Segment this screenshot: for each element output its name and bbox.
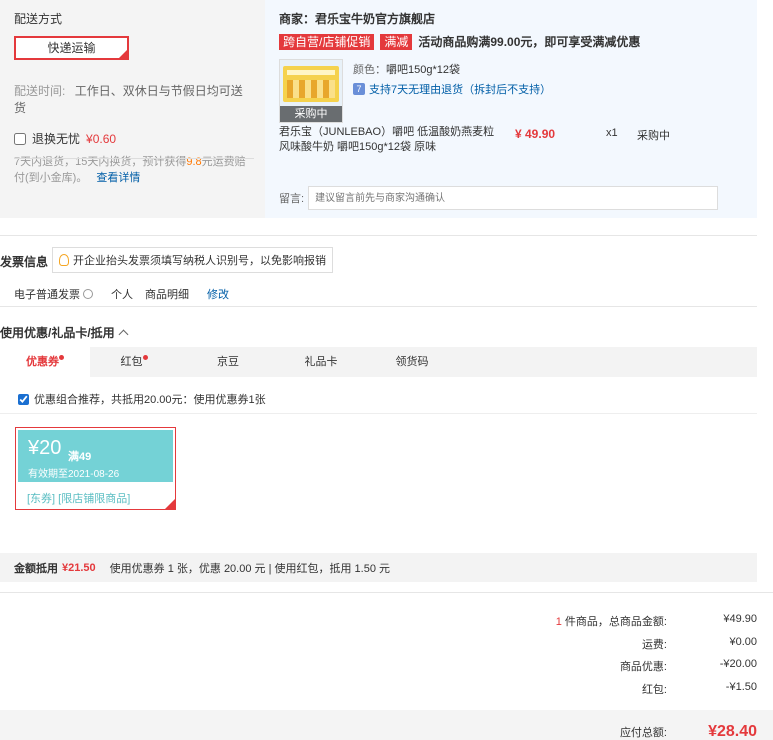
thumbnail-status-label: 采购中 [280,106,342,122]
tab-red-packets[interactable]: 红包 [90,347,178,377]
section-divider [0,235,757,236]
view-details-link[interactable]: 查看详情 [96,172,140,184]
invoice-title-type: 个人 [111,289,133,301]
goods-total-text: 件商品，总商品金额: [561,616,667,628]
invoice-type: 电子普通发票 [14,289,80,301]
product-name[interactable]: 君乐宝（JUNLEBAO）嚼吧 低温酸奶燕麦粒风味酸牛奶 嚼吧150g*12袋 … [279,125,504,155]
shop-name: 商家：君乐宝牛奶官方旗舰店 [279,12,436,26]
selected-corner-icon [118,49,128,59]
product-spec: 颜色：嚼吧150g*12袋 [353,61,460,77]
tab-gift-card-label: 礼品卡 [304,356,338,368]
payable-amount: ¥28.40 [708,723,757,740]
product-item: 采购中 颜色：嚼吧150g*12袋 7 支持7天无理由退货（拆封后不支持） 君乐… [279,59,743,153]
chevron-up-icon [118,329,129,340]
red-dot-icon [142,355,148,360]
section-divider [0,592,773,593]
discount-summary-amount: ¥21.50 [62,561,96,574]
selected-corner-icon [164,498,176,510]
shipping-fee-row: 运费: ¥0.00 [517,636,757,652]
discount-summary-label: 金额抵用 [14,562,58,575]
red-packet-label: 红包: [641,684,667,696]
coupon-card-top: ¥20 满49 有效期至2021-08-26 [18,430,173,482]
tab-gift-card[interactable]: 礼品卡 [278,347,364,377]
coupon-section-label: 使用优惠/礼品卡/抵用 [0,326,115,340]
return-policy-text: 支持7天无理由退货（拆封后不支持） [369,84,552,96]
tab-pickup-code-label: 领货码 [395,356,429,368]
tab-red-packets-label: 红包 [120,356,143,368]
coupon-validity: 有效期至2021-08-26 [28,469,120,480]
goods-total-label: 1 件商品，总商品金额: [517,613,667,629]
express-delivery-option[interactable]: 快递运输 [14,36,129,60]
shop-panel: 商家：君乐宝牛奶官方旗舰店 跨自营/店铺促销 满减 活动商品购满99.00元，即… [265,0,757,218]
coupon-condition: 满49 [68,451,92,463]
seven-day-return-icon: 7 [353,83,365,95]
express-delivery-label: 快递运输 [47,41,96,55]
hassle-free-checkbox[interactable] [14,132,26,145]
note-row: 留言: [279,186,719,210]
promo-tag-discount: 满减 [380,33,413,50]
return-policy[interactable]: 7 支持7天无理由退货（拆封后不支持） [353,81,551,97]
delivery-time-label: 配送时间: [14,84,66,98]
spec-key: 颜色： [353,64,386,76]
invoice-content: 商品明细 [145,289,189,301]
spec-value: 嚼吧150g*12袋 [386,64,460,76]
delivery-time: 配送时间: 工作日、双休日与节假日均可送货 [14,82,251,116]
red-packet-row: 红包: -¥1.50 [517,681,757,697]
combo-recommend-text: 优惠组合推荐，共抵用20.00元：使用优惠券1张 [34,394,266,406]
note-input[interactable] [308,186,719,210]
promo-row: 跨自营/店铺促销 满减 活动商品购满99.00元，即可享受满减优惠 [279,33,743,50]
coupon-tabs: 优惠券 红包 京豆 礼品卡 领货码 [0,347,757,377]
tab-jd-beans-label: 京豆 [217,356,239,368]
shipping-divider [14,158,254,159]
discount-summary-detail: 使用优惠券 1 张，优惠 20.00 元 | 使用红包，抵用 1.50 元 [109,562,391,575]
invoice-tip-text: 开企业抬头发票须填写纳税人识别号，以免影响报销 [73,255,326,267]
coupon-card[interactable]: ¥20 满49 有效期至2021-08-26 [东券] [限店铺限商品] [15,427,176,510]
product-discount-amount: -¥20.00 [719,658,757,670]
red-dot-icon [59,355,64,360]
section-divider [0,413,757,414]
promo-text: 活动商品购满99.00元，即可享受满减优惠 [418,35,641,49]
hassle-free-return-row: 退换无忧 ¥0.60 [14,130,251,147]
promo-tag-cross-store: 跨自营/店铺促销 [279,33,375,50]
section-divider [0,306,757,307]
payable-label: 应付总额: [619,727,667,739]
goods-total-amount: ¥49.90 [723,613,757,625]
combo-recommend-row: 优惠组合推荐，共抵用20.00元：使用优惠券1张 [18,391,266,407]
tab-coupons[interactable]: 优惠券 [0,347,90,377]
invoice-title: 发票信息 [0,255,49,269]
info-icon[interactable] [83,289,93,299]
invoice-tip: 开企业抬头发票须填写纳税人识别号，以免影响报销 [52,247,333,273]
coupon-tags: [东券] [限店铺限商品] [27,493,131,505]
tab-jd-beans[interactable]: 京豆 [178,347,278,377]
product-status: 采购中 [637,130,670,142]
payable-row: 应付总额: ¥28.40 [517,723,757,740]
shipping-panel: 配送方式 快递运输 配送时间: 工作日、双休日与节假日均可送货 退换无忧 ¥0.… [0,0,265,218]
invoice-row: 电子普通发票 个人 商品明细 修改 [14,286,229,302]
coupon-section-title[interactable]: 使用优惠/礼品卡/抵用 [0,324,129,341]
yogurt-pack-icon [283,66,339,102]
note-label: 留言: [279,193,305,205]
shipping-fee-label: 运费: [641,639,667,651]
combo-recommend-checkbox[interactable] [18,393,29,405]
invoice-edit-link[interactable]: 修改 [207,286,229,302]
red-packet-amount: -¥1.50 [725,681,757,693]
product-thumbnail[interactable]: 采购中 [279,59,343,123]
shipping-fee-amount: ¥0.00 [729,636,757,648]
product-price: ¥ 49.90 [515,127,556,141]
goods-total-row: 1 件商品，总商品金额: ¥49.90 [517,613,757,629]
hassle-free-price: ¥0.60 [86,131,117,146]
shipping-title: 配送方式 [14,12,63,26]
tab-coupons-label: 优惠券 [26,356,59,368]
lightbulb-icon [59,254,69,266]
product-discount-label: 商品优惠: [619,661,667,673]
product-quantity: x1 [606,127,618,139]
product-discount-row: 商品优惠: -¥20.00 [517,658,757,674]
coupon-amount: ¥20 [28,437,62,459]
hassle-free-label: 退换无忧 [32,132,81,146]
discount-summary-bar: 金额抵用 ¥21.50 使用优惠券 1 张，优惠 20.00 元 | 使用红包，… [0,553,757,582]
tab-pickup-code[interactable]: 领货码 [364,347,460,377]
